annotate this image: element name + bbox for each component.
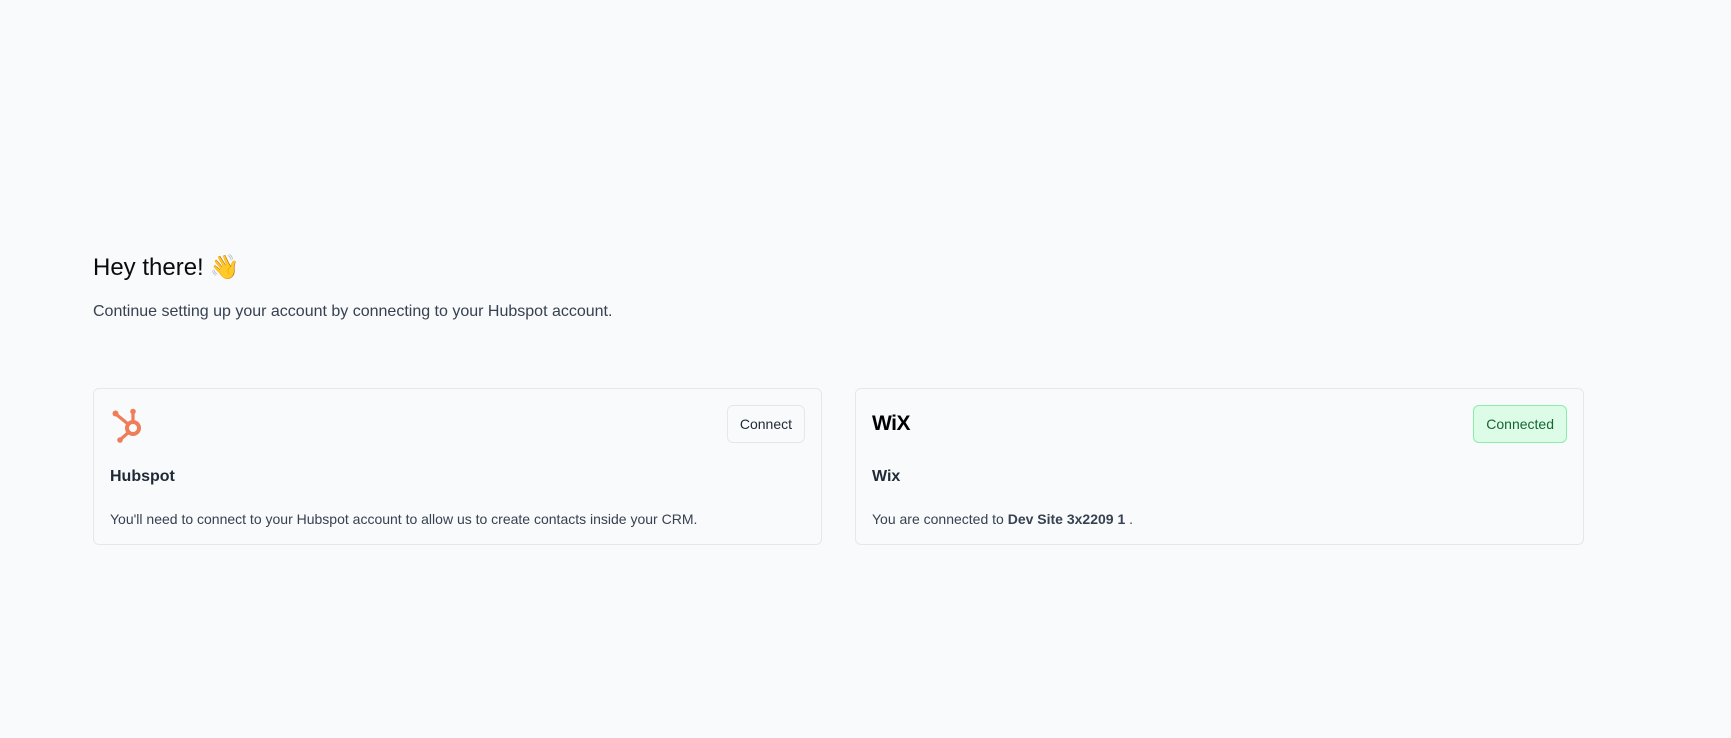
wix-card-title: Wix: [872, 468, 901, 485]
wix-logo: WiX: [872, 405, 910, 443]
waving-hand-icon: 👋: [209, 254, 240, 281]
wix-site-name: Dev Site 3x2209 1: [1007, 511, 1126, 527]
page-subtitle: Continue setting up your account by conn…: [93, 303, 613, 320]
wix-connected-button[interactable]: Connected: [1473, 405, 1567, 443]
wix-description-suffix: .: [1129, 511, 1134, 527]
page-title-text: Hey there!: [93, 254, 204, 281]
hubspot-card-description: You'll need to connect to your Hubspot a…: [110, 511, 698, 527]
hubspot-card-header: Connect: [110, 405, 805, 443]
wix-card: WiX Connected Wix You are connected to D…: [855, 388, 1584, 545]
hubspot-card-title: Hubspot: [110, 468, 175, 485]
integration-cards: Connect Hubspot You'll need to connect t…: [93, 388, 1584, 545]
wix-card-header: WiX Connected: [872, 405, 1567, 443]
hubspot-connect-button[interactable]: Connect: [726, 405, 805, 443]
wix-description-prefix: You are connected to: [872, 511, 1004, 527]
hubspot-card: Connect Hubspot You'll need to connect t…: [93, 388, 822, 545]
intro-section: Hey there! 👋 Continue setting up your ac…: [93, 248, 612, 324]
hubspot-icon: [110, 405, 148, 443]
page: Hey there! 👋 Continue setting up your ac…: [0, 0, 1731, 738]
wix-card-description: You are connected to Dev Site 3x2209 1 .: [872, 509, 1567, 529]
wix-logo-text: WiX: [872, 412, 910, 435]
page-title: Hey there! 👋: [93, 248, 612, 288]
